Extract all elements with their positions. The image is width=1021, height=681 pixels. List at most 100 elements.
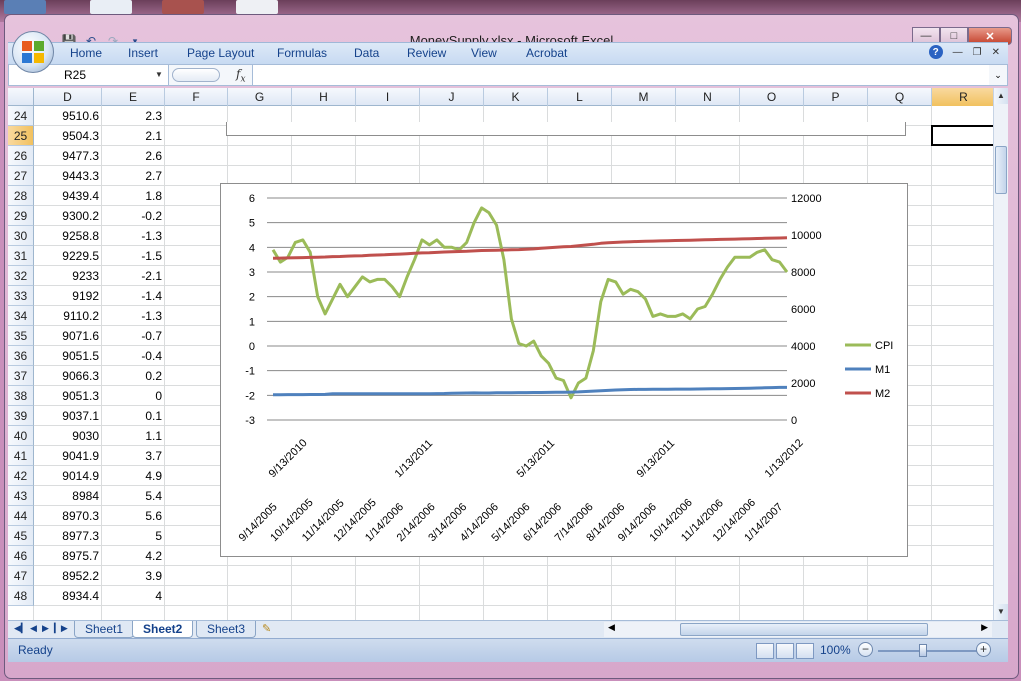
row-header[interactable]: 44 — [8, 506, 34, 526]
row-header[interactable]: 45 — [8, 526, 34, 546]
cell-d[interactable]: 8977.3 — [34, 526, 102, 546]
ribbon-restore-icon[interactable]: ❐ — [973, 47, 982, 58]
tab-insert[interactable]: Insert — [128, 46, 158, 60]
row-header[interactable]: 33 — [8, 286, 34, 306]
money-supply-chart[interactable]: 6 5 4 3 2 1 0 -1 -2 -3 12000 10000 8000 6000 4000 2000 0… — [220, 183, 908, 557]
cell-d[interactable]: 9233 — [34, 266, 102, 286]
row-header[interactable]: 38 — [8, 386, 34, 406]
ribbon-minimize-icon[interactable]: — — [953, 47, 963, 58]
column-header-f[interactable]: F — [165, 88, 228, 106]
name-box-dropdown-icon[interactable]: ▼ — [155, 65, 163, 85]
cell-d[interactable]: 9300.2 — [34, 206, 102, 226]
scroll-down-button[interactable]: ▼ — [994, 604, 1008, 620]
column-header-j[interactable]: J — [420, 88, 484, 106]
zoom-slider-track[interactable] — [878, 650, 978, 652]
row-header[interactable]: 43 — [8, 486, 34, 506]
row-header[interactable]: 24 — [8, 106, 34, 126]
row-header[interactable]: 36 — [8, 346, 34, 366]
cell-d[interactable]: 9229.5 — [34, 246, 102, 266]
cell-e[interactable]: 1.8 — [102, 186, 165, 206]
row-header[interactable]: 25 — [8, 126, 34, 146]
cell-e[interactable]: 2.6 — [102, 146, 165, 166]
cell-e[interactable]: 0.1 — [102, 406, 165, 426]
cell-e[interactable]: 5.6 — [102, 506, 165, 526]
next-sheet-icon[interactable]: ▶ — [42, 623, 49, 634]
normal-view-button[interactable] — [756, 643, 774, 659]
cell-e[interactable]: 3.9 — [102, 566, 165, 586]
vertical-scroll-thumb[interactable] — [995, 146, 1007, 194]
page-break-view-button[interactable] — [796, 643, 814, 659]
cell-e[interactable]: 0 — [102, 386, 165, 406]
tab-home[interactable]: Home — [70, 46, 102, 60]
insert-sheet-icon[interactable]: ✎ — [262, 622, 271, 635]
tab-view[interactable]: View — [471, 46, 497, 60]
horizontal-scroll-thumb[interactable] — [680, 623, 928, 636]
cell-d[interactable]: 8975.7 — [34, 546, 102, 566]
cell-e[interactable]: 2.7 — [102, 166, 165, 186]
cell-e[interactable]: 5 — [102, 526, 165, 546]
cell-e[interactable]: 1.1 — [102, 426, 165, 446]
cell-e[interactable]: 4.2 — [102, 546, 165, 566]
column-header-q[interactable]: Q — [868, 88, 932, 106]
cell-d[interactable]: 9071.6 — [34, 326, 102, 346]
column-header-m[interactable]: M — [612, 88, 676, 106]
row-header[interactable]: 40 — [8, 426, 34, 446]
row-header[interactable]: 41 — [8, 446, 34, 466]
cell-e[interactable]: -1.3 — [102, 306, 165, 326]
cell-e[interactable]: 4.9 — [102, 466, 165, 486]
row-header[interactable]: 39 — [8, 406, 34, 426]
cell-d[interactable]: 9443.3 — [34, 166, 102, 186]
column-header-o[interactable]: O — [740, 88, 804, 106]
column-header-n[interactable]: N — [676, 88, 740, 106]
cell-d[interactable]: 9510.6 — [34, 106, 102, 126]
column-header-e[interactable]: E — [102, 88, 165, 106]
column-header-d[interactable]: D — [34, 88, 102, 106]
row-header[interactable]: 37 — [8, 366, 34, 386]
zoom-level[interactable]: 100% — [820, 643, 851, 657]
cell-d[interactable]: 9066.3 — [34, 366, 102, 386]
scroll-up-button[interactable]: ▲ — [994, 88, 1008, 104]
cell-d[interactable]: 9037.1 — [34, 406, 102, 426]
cell-d[interactable]: 8952.2 — [34, 566, 102, 586]
cell-e[interactable]: -1.3 — [102, 226, 165, 246]
tab-data[interactable]: Data — [354, 46, 379, 60]
cell-d[interactable]: 8984 — [34, 486, 102, 506]
row-header[interactable]: 34 — [8, 306, 34, 326]
column-header-k[interactable]: K — [484, 88, 548, 106]
cell-d[interactable]: 9041.9 — [34, 446, 102, 466]
desktop-icon[interactable] — [4, 0, 46, 14]
prev-sheet-icon[interactable]: ◀ — [30, 623, 37, 634]
column-header-p[interactable]: P — [804, 88, 868, 106]
cell-e[interactable]: 2.1 — [102, 126, 165, 146]
row-header[interactable]: 32 — [8, 266, 34, 286]
row-header[interactable]: 27 — [8, 166, 34, 186]
row-header[interactable]: 35 — [8, 326, 34, 346]
expand-formula-bar-icon[interactable]: ⌄ — [989, 65, 1007, 85]
tab-page-layout[interactable]: Page Layout — [187, 46, 254, 60]
formula-cancel-enter[interactable] — [172, 68, 220, 82]
cell-d[interactable]: 9051.5 — [34, 346, 102, 366]
column-header-g[interactable]: G — [228, 88, 292, 106]
column-header-i[interactable]: I — [356, 88, 420, 106]
column-header-h[interactable]: H — [292, 88, 356, 106]
cell-e[interactable]: -1.4 — [102, 286, 165, 306]
row-header[interactable]: 30 — [8, 226, 34, 246]
cell-e[interactable]: 0.2 — [102, 366, 165, 386]
column-header-r[interactable]: R — [932, 88, 993, 106]
cell-d[interactable]: 9477.3 — [34, 146, 102, 166]
insert-function-icon[interactable]: fx — [236, 67, 246, 84]
cell-e[interactable]: 5.4 — [102, 486, 165, 506]
zoom-slider-knob[interactable] — [919, 644, 927, 657]
cell-e[interactable]: -0.4 — [102, 346, 165, 366]
selected-cell-r25[interactable] — [931, 125, 993, 146]
cell-e[interactable]: -2.1 — [102, 266, 165, 286]
zoom-in-button[interactable]: + — [976, 642, 991, 657]
row-header[interactable]: 46 — [8, 546, 34, 566]
office-button[interactable] — [12, 31, 54, 73]
cell-d[interactable]: 8934.4 — [34, 586, 102, 606]
first-sheet-icon[interactable]: ◀▎ — [14, 623, 28, 634]
scroll-right-button[interactable]: ▶ — [981, 622, 988, 633]
tab-acrobat[interactable]: Acrobat — [526, 46, 567, 60]
last-sheet-icon[interactable]: ▎▶ — [54, 623, 68, 634]
desktop-icon[interactable] — [90, 0, 132, 14]
